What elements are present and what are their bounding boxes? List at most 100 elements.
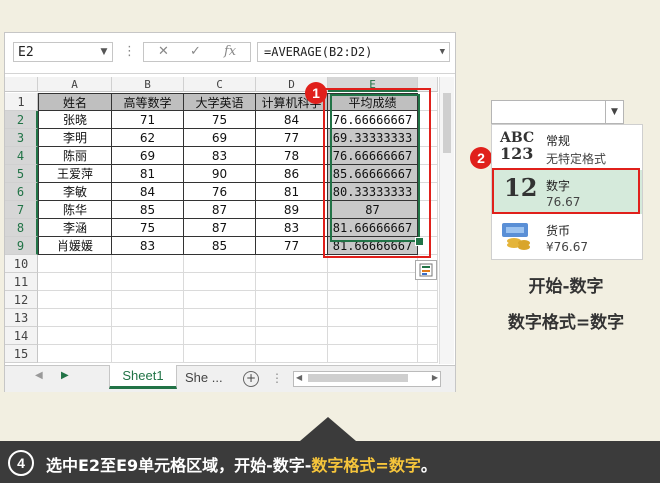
cell[interactable]: [184, 291, 256, 309]
row-header-9[interactable]: 9: [5, 237, 38, 255]
cancel-icon[interactable]: ✕: [158, 43, 169, 61]
header-cell[interactable]: 姓名: [38, 93, 112, 111]
data-cell[interactable]: 陈华: [38, 201, 112, 219]
data-cell[interactable]: 83: [256, 219, 328, 237]
cell[interactable]: [256, 291, 328, 309]
data-cell[interactable]: 张晓: [38, 111, 112, 129]
horizontal-scrollbar[interactable]: ◀ ▶: [293, 371, 441, 387]
cell[interactable]: [38, 345, 112, 363]
cell[interactable]: [328, 309, 418, 327]
data-cell[interactable]: 陈丽: [38, 147, 112, 165]
data-cell[interactable]: 75: [184, 111, 256, 129]
cell[interactable]: [112, 345, 184, 363]
row-header-4[interactable]: 4: [5, 147, 38, 165]
data-cell[interactable]: 李明: [38, 129, 112, 147]
cell[interactable]: [328, 273, 418, 291]
data-cell[interactable]: 84: [112, 183, 184, 201]
data-cell[interactable]: 李敏: [38, 183, 112, 201]
data-cell[interactable]: 87: [184, 201, 256, 219]
data-cell[interactable]: 69: [184, 129, 256, 147]
vertical-scroll-thumb[interactable]: [443, 93, 451, 153]
cell[interactable]: [256, 345, 328, 363]
column-header-a[interactable]: A: [38, 77, 112, 92]
row-header-3[interactable]: 3: [5, 129, 38, 147]
cell[interactable]: [256, 255, 328, 273]
data-cell[interactable]: 李涵: [38, 219, 112, 237]
add-sheet-button[interactable]: +: [243, 371, 259, 387]
number-format-select[interactable]: [491, 100, 623, 124]
row-header-6[interactable]: 6: [5, 183, 38, 201]
cell[interactable]: [38, 273, 112, 291]
data-cell[interactable]: 王爱萍: [38, 165, 112, 183]
cell[interactable]: [184, 255, 256, 273]
cell[interactable]: [184, 273, 256, 291]
scroll-right-arrow-icon[interactable]: ▶: [432, 373, 438, 382]
data-cell[interactable]: 77: [256, 237, 328, 255]
data-cell[interactable]: 83: [112, 237, 184, 255]
formula-input[interactable]: =AVERAGE(B2:D2) ▼: [257, 42, 450, 62]
data-cell[interactable]: 81: [112, 165, 184, 183]
row-header-1[interactable]: 1: [5, 93, 38, 111]
row-header-12[interactable]: 12: [5, 291, 38, 309]
row-header-13[interactable]: 13: [5, 309, 38, 327]
tab-sheet1[interactable]: Sheet1: [109, 365, 177, 389]
data-cell[interactable]: 76: [184, 183, 256, 201]
scroll-right-icon[interactable]: ▶: [61, 370, 69, 381]
scroll-left-arrow-icon[interactable]: ◀: [296, 373, 302, 382]
header-cell[interactable]: 大学英语: [184, 93, 256, 111]
data-cell[interactable]: 69: [112, 147, 184, 165]
cell[interactable]: [38, 291, 112, 309]
cell[interactable]: [38, 327, 112, 345]
column-header-c[interactable]: C: [184, 77, 256, 92]
select-all-corner[interactable]: [5, 77, 38, 92]
cell[interactable]: [112, 291, 184, 309]
number-format-dropdown-icon[interactable]: ▼: [605, 100, 624, 124]
cell[interactable]: [256, 327, 328, 345]
cell[interactable]: [184, 345, 256, 363]
data-cell[interactable]: 89: [256, 201, 328, 219]
header-cell[interactable]: 高等数学: [112, 93, 184, 111]
data-cell[interactable]: 90: [184, 165, 256, 183]
vertical-scrollbar[interactable]: [439, 77, 454, 364]
row-header-2[interactable]: 2: [5, 111, 38, 129]
tab-split-icon[interactable]: ⋮: [271, 371, 283, 385]
column-header-b[interactable]: B: [112, 77, 184, 92]
name-box-dropdown-icon[interactable]: ▼: [95, 42, 113, 62]
cell[interactable]: [184, 327, 256, 345]
data-cell[interactable]: 肖媛媛: [38, 237, 112, 255]
row-header-11[interactable]: 11: [5, 273, 38, 291]
cell[interactable]: [256, 273, 328, 291]
data-cell[interactable]: 78: [256, 147, 328, 165]
cell[interactable]: [328, 345, 418, 363]
cell[interactable]: [328, 327, 418, 345]
cell[interactable]: [112, 309, 184, 327]
scroll-thumb[interactable]: [308, 374, 408, 382]
tab-sheet2[interactable]: She ...: [185, 366, 223, 390]
cell[interactable]: [38, 309, 112, 327]
row-header-10[interactable]: 10: [5, 255, 38, 273]
data-cell[interactable]: 84: [256, 111, 328, 129]
data-cell[interactable]: 77: [256, 129, 328, 147]
row-header-14[interactable]: 14: [5, 327, 38, 345]
cell[interactable]: [112, 255, 184, 273]
data-cell[interactable]: 75: [112, 219, 184, 237]
row-header-7[interactable]: 7: [5, 201, 38, 219]
cell[interactable]: [184, 309, 256, 327]
insert-function-icon[interactable]: fx: [224, 43, 236, 61]
row-header-5[interactable]: 5: [5, 165, 38, 183]
cell[interactable]: [38, 255, 112, 273]
format-item-currency[interactable]: 货币 ¥76.67: [492, 215, 642, 259]
quick-analysis-icon[interactable]: [415, 260, 437, 280]
cell[interactable]: [418, 327, 438, 345]
data-cell[interactable]: 81: [256, 183, 328, 201]
cell[interactable]: [256, 309, 328, 327]
data-cell[interactable]: 83: [184, 147, 256, 165]
cell[interactable]: [418, 345, 438, 363]
data-cell[interactable]: 71: [112, 111, 184, 129]
cell[interactable]: [112, 327, 184, 345]
cell[interactable]: [112, 273, 184, 291]
expand-formula-icon[interactable]: ▼: [440, 43, 445, 61]
cell[interactable]: [418, 309, 438, 327]
row-header-8[interactable]: 8: [5, 219, 38, 237]
cell[interactable]: [418, 291, 438, 309]
